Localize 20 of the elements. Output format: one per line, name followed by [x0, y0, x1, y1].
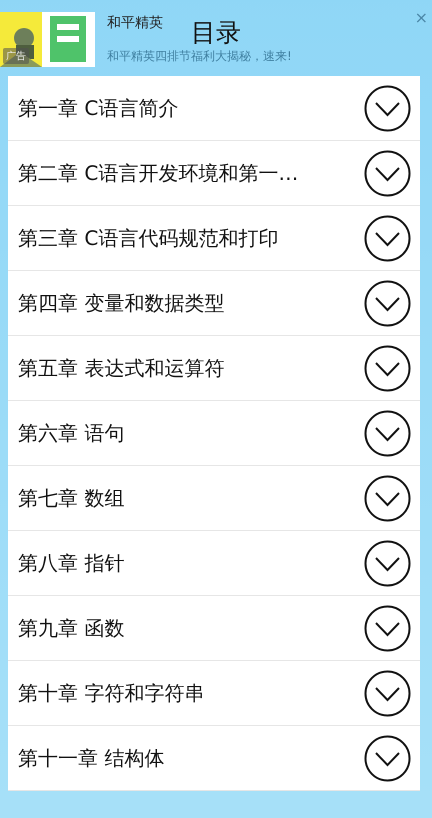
expand-icon[interactable]	[364, 214, 411, 262]
chapter-title[interactable]: 第一章 C语言简介	[18, 94, 178, 122]
chapter-title[interactable]: 第八章 指针	[18, 550, 124, 576]
expand-icon[interactable]	[364, 344, 411, 392]
expand-icon[interactable]	[364, 604, 411, 652]
chapter-title[interactable]: 第十一章 结构体	[18, 744, 164, 772]
chapter-title[interactable]: 第六章 语句	[18, 420, 124, 446]
expand-icon[interactable]	[364, 670, 411, 716]
expand-icon[interactable]	[364, 540, 411, 586]
chapter-title[interactable]: 第九章 函数	[18, 614, 124, 642]
ad-tag: 广告	[3, 48, 29, 64]
expand-icon[interactable]	[364, 410, 411, 456]
expand-icon[interactable]	[364, 84, 411, 132]
expand-icon[interactable]	[364, 150, 411, 196]
expand-icon[interactable]	[364, 734, 411, 782]
expand-icon[interactable]	[364, 280, 411, 326]
chapter-title[interactable]: 第七章 数组	[18, 484, 124, 512]
expand-icon[interactable]	[364, 474, 411, 522]
chapter-title[interactable]: 第十章 字符和字符串	[18, 680, 204, 706]
page-title: 目录	[191, 20, 241, 45]
